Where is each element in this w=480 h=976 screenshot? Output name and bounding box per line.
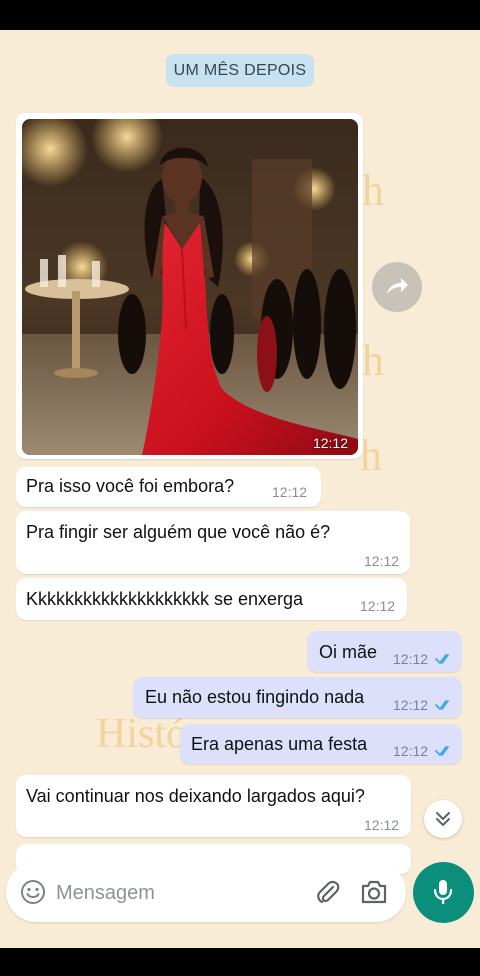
double-check-icon (435, 746, 449, 756)
watermark-text: h (360, 431, 382, 480)
double-check-icon (435, 654, 449, 664)
message-time: 12:12 (364, 553, 400, 569)
message-text: Eu não estou fingindo nada (145, 687, 365, 707)
incoming-message[interactable]: Vai continuar nos deixando largados aqui… (16, 775, 411, 837)
forward-icon (387, 278, 408, 294)
message-text: Vai continuar nos deixando largados aqui… (26, 786, 365, 806)
forward-button[interactable] (372, 262, 422, 312)
outgoing-message[interactable]: Era apenas uma festa 12:12 (180, 724, 462, 764)
outgoing-message[interactable]: Eu não estou fingindo nada 12:12 (133, 677, 462, 718)
message-text: Pra isso você foi embora? (26, 476, 235, 496)
image-message[interactable]: 12:12 (16, 113, 363, 459)
status-bar-strip (0, 0, 480, 30)
double-check-icon (435, 700, 449, 710)
message-composer (6, 862, 406, 922)
incoming-message[interactable]: Pra fingir ser alguém que você não é? 12… (16, 511, 410, 574)
scroll-to-bottom-button[interactable] (424, 800, 462, 838)
incoming-message[interactable]: Pra isso você foi embora? 12:12 (16, 467, 321, 507)
message-photo[interactable]: 12:12 (22, 119, 358, 455)
photo-illustration (22, 119, 358, 455)
message-time: 12:12 (312, 435, 348, 451)
message-text: Oi mãe (319, 642, 378, 662)
chevron-down-icon (436, 812, 450, 826)
navigation-bar-strip (0, 948, 480, 976)
emoji-icon[interactable] (20, 879, 46, 905)
watermark-text: h (362, 166, 384, 215)
paperclip-icon[interactable] (315, 878, 341, 906)
microphone-icon (433, 880, 453, 904)
chat-area[interactable]: h h h Histó UM MÊS DEPOIS 12:12 Pra isso… (0, 30, 480, 948)
message-time: 12:12 (272, 484, 308, 500)
message-time: 12:12 (360, 598, 396, 614)
message-text: Kkkkkkkkkkkkkkkkkkkk se enxerga (26, 589, 304, 609)
date-chip: UM MÊS DEPOIS (166, 54, 314, 87)
message-time: 12:12 (393, 743, 429, 759)
incoming-message[interactable]: Kkkkkkkkkkkkkkkkkkkk se enxerga 12:12 (16, 578, 407, 620)
message-text: Era apenas uma festa (191, 734, 368, 754)
watermark-text: h (362, 336, 384, 385)
outgoing-message[interactable]: Oi mãe 12:12 (307, 631, 462, 672)
microphone-button[interactable] (413, 862, 474, 923)
message-input[interactable] (54, 877, 288, 909)
message-text: Pra fingir ser alguém que você não é? (26, 522, 331, 542)
message-time: 12:12 (393, 651, 429, 667)
camera-icon[interactable] (360, 879, 388, 905)
message-time: 12:12 (393, 697, 429, 713)
message-time: 12:12 (364, 817, 400, 833)
